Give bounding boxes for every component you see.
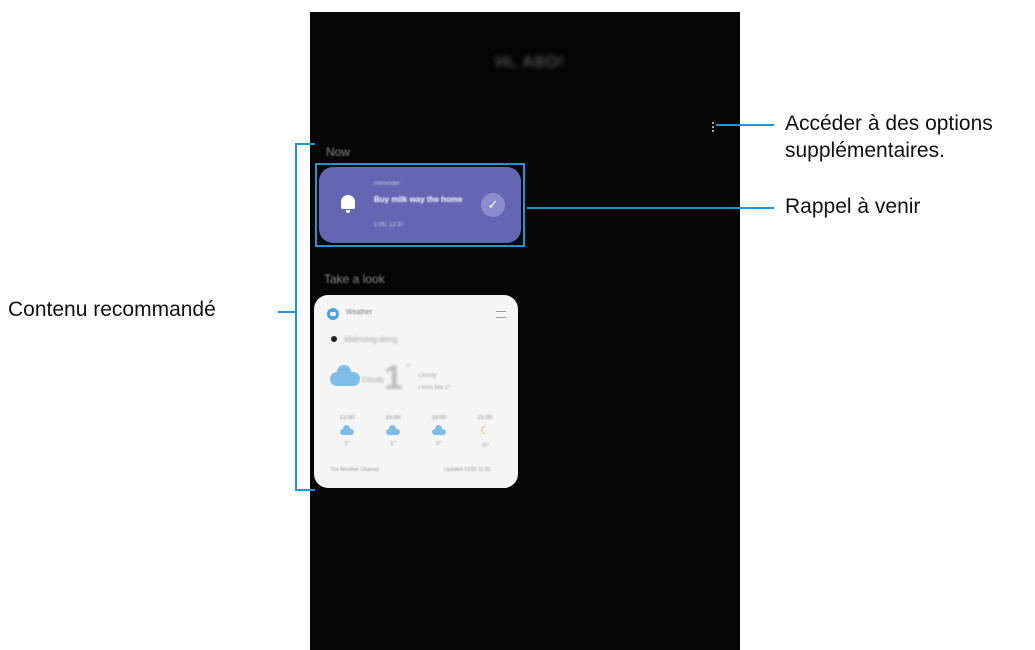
section-take-a-look-label: Take a look xyxy=(324,272,385,286)
section-now-label: Now xyxy=(326,145,351,159)
hourly-forecast-item: 15:00 1° xyxy=(378,415,408,447)
callout-more-options: Accéder à des options supplémentaires. xyxy=(785,110,993,164)
bracket-top-tick xyxy=(295,143,315,145)
weather-card[interactable]: Weather Malmong-dong Cloudy 1 ° Cloudy F… xyxy=(314,295,518,488)
hour-time: 12:00 xyxy=(339,415,355,421)
cloud-icon xyxy=(340,425,354,435)
hour-time: 18:00 xyxy=(431,415,447,421)
weather-app-icon xyxy=(327,308,339,320)
callout-line-recommended xyxy=(278,311,295,313)
weather-condition: Cloudy xyxy=(418,373,437,379)
bracket-recommended-content xyxy=(295,143,297,491)
bell-icon xyxy=(341,195,355,213)
hourly-forecast-item: 21:00 ☾ -0° xyxy=(470,415,500,449)
current-temperature: 1 xyxy=(384,359,403,397)
hourly-forecast-item: 18:00 0° xyxy=(424,415,454,447)
hour-time: 21:00 xyxy=(477,415,493,421)
hour-time: 15:00 xyxy=(385,415,401,421)
hour-temp: -0° xyxy=(481,443,489,449)
reminder-title: Buy milk way the home xyxy=(374,195,463,204)
greeting-text: Hi, ABD! xyxy=(495,54,565,71)
callout-more-options-line2: supplémentaires. xyxy=(785,139,945,162)
hour-temp: 1° xyxy=(390,441,396,447)
weather-location: Malmong-dong xyxy=(344,335,398,344)
reminder-time: 1:00, 12:37 xyxy=(374,222,405,228)
cloud-icon xyxy=(432,425,446,435)
reminder-category: Reminder xyxy=(374,181,401,187)
moon-icon: ☾ xyxy=(480,425,490,437)
callout-line-reminder xyxy=(527,207,774,209)
weather-menu-icon[interactable] xyxy=(496,311,506,318)
phone-screen: Hi, ABD! Now Reminder Buy milk way the h… xyxy=(310,12,740,650)
reminder-card[interactable]: Reminder Buy milk way the home 1:00, 12:… xyxy=(319,167,521,243)
bracket-bottom-tick xyxy=(295,489,315,491)
complete-reminder-button[interactable]: ✓ xyxy=(481,193,505,217)
cloud-icon xyxy=(330,365,360,386)
cloud-icon xyxy=(386,425,400,435)
check-icon: ✓ xyxy=(487,197,499,212)
feels-like: Feels like 2° xyxy=(418,385,451,391)
hour-temp: 0° xyxy=(436,441,442,447)
weather-condition-label: Cloudy xyxy=(362,377,384,384)
weather-updated: Updated 01/01 11:00 xyxy=(444,467,491,473)
more-options-icon xyxy=(712,122,714,124)
hour-temp: 1° xyxy=(344,441,350,447)
callout-more-options-line1: Accéder à des options xyxy=(785,112,993,135)
hourly-forecast-item: 12:00 1° xyxy=(332,415,362,447)
degree-symbol: ° xyxy=(406,361,411,375)
callout-upcoming-reminder: Rappel à venir xyxy=(785,195,921,218)
callout-recommended-content: Contenu recommandé xyxy=(8,298,216,321)
weather-source: The Weather Channel xyxy=(330,467,379,473)
callout-line-more-options xyxy=(716,124,774,126)
weather-app-name: Weather xyxy=(346,309,373,316)
location-pin-icon xyxy=(332,337,336,341)
